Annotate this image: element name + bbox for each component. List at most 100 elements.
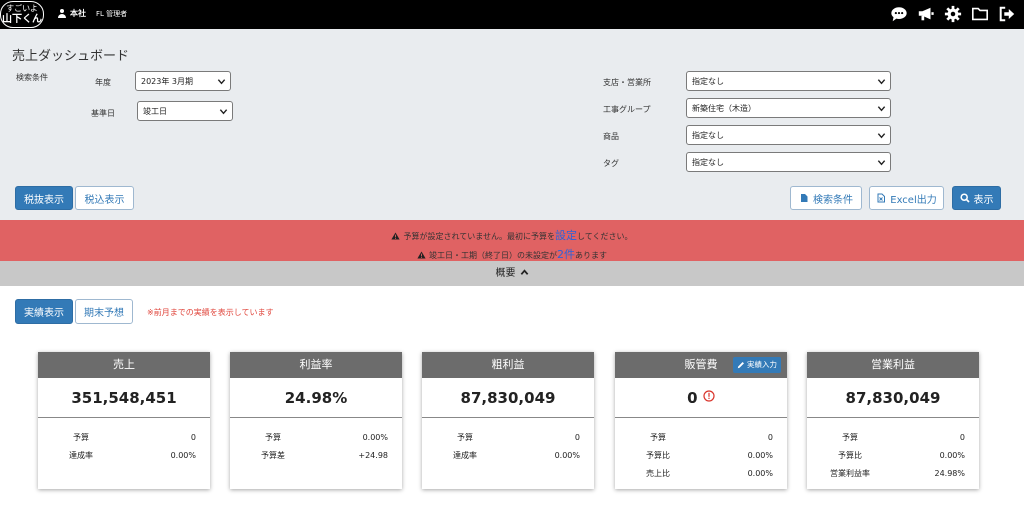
card-title: 利益率 (230, 352, 402, 378)
card-row: 予算 0 (807, 428, 979, 446)
chevron-down-icon (217, 79, 226, 85)
user-name: 本社 (70, 9, 86, 18)
top-bar: すごいよ 山下くん 本社 FL 管理者 (0, 0, 1024, 29)
exclamation-circle-icon[interactable] (703, 390, 715, 402)
row-value: 24.98% (934, 468, 965, 478)
tax-excluded-button[interactable]: 税抜表示 (15, 186, 73, 210)
summary-label: 概要 (495, 268, 516, 279)
budget-warning-text1: 予算が設定されていません。最初に予算を (403, 232, 555, 241)
actual-note: ※前月までの実績を表示しています (147, 308, 274, 317)
search-icon (959, 193, 970, 203)
card-title: 営業利益 (807, 352, 979, 378)
row-value: 0.00% (170, 450, 196, 460)
folder-icon[interactable] (971, 5, 989, 23)
branch-select[interactable]: 指定なし (686, 71, 891, 91)
product-value: 指定なし (692, 131, 724, 140)
tag-select[interactable]: 指定なし (686, 152, 891, 172)
pencil-icon (737, 362, 744, 369)
excel-export-button[interactable]: Excel出力 (869, 186, 944, 210)
card-title: 販管費 (684, 358, 718, 371)
card-row: 予算 0 (422, 428, 594, 446)
product-select[interactable]: 指定なし (686, 125, 891, 145)
user-role: FL 管理者 (96, 9, 128, 18)
card-row: 予算差 +24.98 (230, 446, 402, 464)
sales-card: 売上 351,548,451 予算 0 達成率 0.00% (38, 352, 210, 489)
tax-included-button[interactable]: 税込表示 (75, 186, 134, 210)
actual-input-button[interactable]: 実績入力 (733, 357, 781, 373)
gross-profit-card: 粗利益 87,830,049 予算 0 達成率 0.00% (422, 352, 594, 489)
row-label: 予算差 (261, 450, 285, 460)
logo-line2: 山下くん (2, 14, 42, 25)
budget-setting-link[interactable]: 設定 (555, 229, 577, 242)
actual-view-label: 実績表示 (24, 308, 64, 319)
page-title: 売上ダッシュボード (12, 49, 130, 64)
card-value: 24.98% (230, 378, 402, 418)
megaphone-icon[interactable] (917, 5, 935, 23)
base-date-value: 竣工日 (143, 107, 167, 116)
search-conditions-button[interactable]: 検索条件 (790, 186, 862, 210)
row-label: 予算 (73, 432, 89, 442)
logo-line1: すごいよ (6, 4, 38, 13)
chevron-down-icon (219, 109, 228, 115)
card-row: 達成率 0.00% (422, 446, 594, 464)
app-logo[interactable]: すごいよ 山下くん (0, 1, 44, 28)
chevron-down-icon (877, 79, 886, 85)
card-value: 0 (687, 389, 698, 407)
row-value: 0.00% (747, 450, 773, 460)
sga-card: 販管費 実績入力 0 予算 0 予算比 0.00% 売上比 0.00% (615, 352, 787, 489)
excel-export-label: Excel出力 (890, 194, 937, 206)
card-value-wrap: 0 (615, 378, 787, 418)
product-label: 商品 (603, 132, 619, 141)
chat-icon[interactable] (890, 5, 908, 23)
search-conditions-button-label: 検索条件 (813, 194, 853, 206)
base-date-label: 基準日 (91, 109, 115, 118)
tag-value: 指定なし (692, 158, 724, 167)
card-title: 売上 (38, 352, 210, 378)
row-value: 0 (767, 432, 773, 442)
row-label: 予算比 (838, 450, 862, 460)
actual-view-button[interactable]: 実績表示 (15, 299, 73, 324)
warning-icon (417, 251, 426, 259)
forecast-view-label: 期末予想 (84, 308, 124, 319)
unset-count-link[interactable]: 2件 (557, 248, 575, 261)
base-date-select[interactable]: 竣工日 (137, 101, 233, 121)
user-icon (58, 9, 66, 18)
display-button[interactable]: 表示 (952, 186, 1001, 210)
forecast-view-button[interactable]: 期末予想 (75, 299, 133, 324)
card-row: 予算 0 (615, 428, 787, 446)
card-row: 予算比 0.00% (615, 446, 787, 464)
card-row: 予算比 0.00% (807, 446, 979, 464)
search-conditions-label: 検索条件 (16, 73, 48, 82)
chevron-down-icon (877, 160, 886, 166)
branch-value: 指定なし (692, 77, 724, 86)
completion-warning-text2: あります (575, 251, 607, 260)
chevron-up-icon (520, 269, 528, 275)
row-value: 0.00% (362, 432, 388, 442)
gear-icon[interactable] (944, 5, 962, 23)
row-value: 0.00% (747, 468, 773, 478)
row-value: +24.98 (358, 450, 388, 460)
completion-warning-text1: 竣工日・工期（終了日）の未設定が (429, 251, 557, 260)
filter-panel: 売上ダッシュボード 検索条件 年度 2023年 3月期 基準日 竣工日 支店・営… (0, 29, 1024, 220)
card-value: 351,548,451 (38, 378, 210, 418)
row-label: 予算比 (646, 450, 670, 460)
card-row: 売上比 0.00% (615, 464, 787, 482)
card-value: 87,830,049 (422, 378, 594, 418)
year-select[interactable]: 2023年 3月期 (135, 71, 231, 91)
document-icon (801, 194, 808, 202)
chevron-down-icon (877, 106, 886, 112)
row-label: 予算 (457, 432, 473, 442)
tax-excluded-label: 税抜表示 (24, 194, 64, 206)
construction-group-select[interactable]: 新築住宅（木造） (686, 98, 891, 118)
branch-label: 支店・営業所 (603, 78, 651, 87)
logout-icon[interactable] (998, 5, 1016, 23)
summary-toggle[interactable]: 概要 (0, 261, 1024, 286)
row-label: 達成率 (69, 450, 93, 460)
user-info[interactable]: 本社 FL 管理者 (58, 8, 127, 19)
row-label: 営業利益率 (830, 468, 870, 478)
card-row: 予算 0.00% (230, 428, 402, 446)
row-value: 0 (959, 432, 965, 442)
card-row: 達成率 0.00% (38, 446, 210, 464)
tax-included-label: 税込表示 (84, 194, 125, 206)
completion-date-warning: 竣工日・工期（終了日）の未設定が2件あります (0, 246, 1024, 262)
